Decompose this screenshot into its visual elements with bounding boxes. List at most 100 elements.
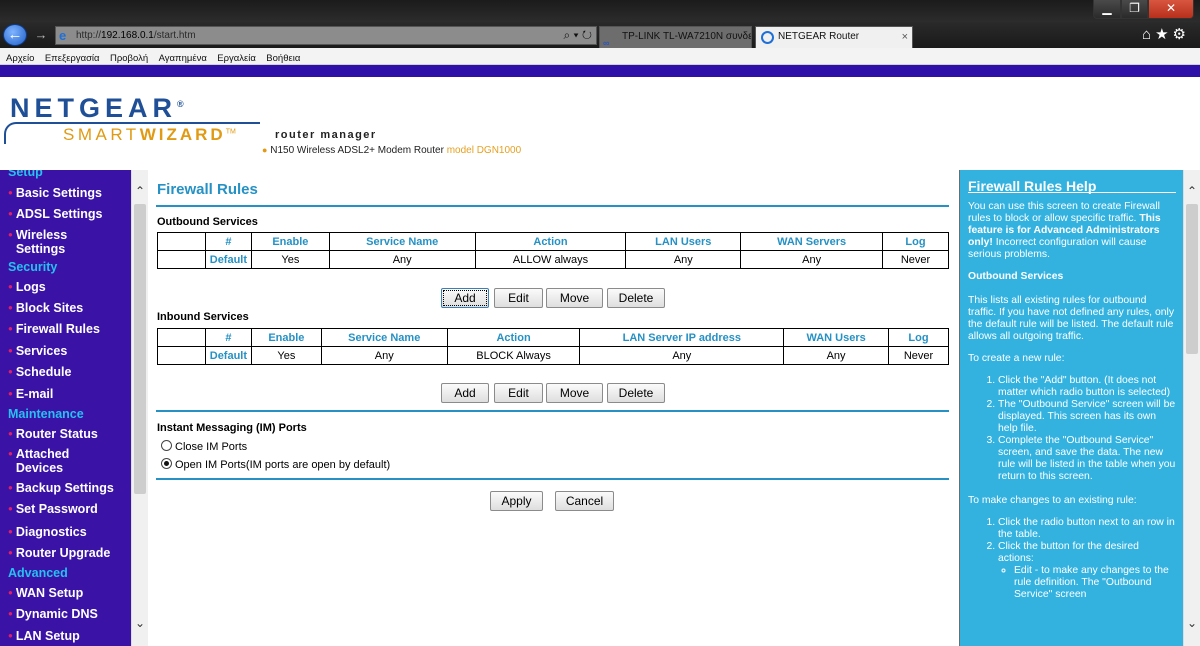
apply-button[interactable]: Apply — [490, 491, 543, 511]
inbound-move-button[interactable]: Move — [546, 383, 603, 403]
inbound-edit-button[interactable]: Edit — [494, 383, 543, 403]
smartwizard-logo: SMARTWIZARDTM — [63, 125, 236, 144]
open-im-ports-option[interactable]: Open IM Ports(IM ports are open by defau… — [161, 458, 390, 471]
cell-log: Never — [888, 346, 949, 365]
sidebar-nav: Setup ● Basic Settings ● ADSL Settings ● Wi… — [0, 170, 131, 646]
col-lan-users: LAN Users — [625, 232, 742, 251]
col-enable: Enable — [250, 328, 322, 347]
cell-action: ALLOW always — [474, 250, 627, 269]
menu-tools[interactable]: Εργαλεία — [211, 50, 256, 64]
outbound-delete-button[interactable]: Delete — [607, 288, 665, 308]
help-scrollbar[interactable]: ⌃ ⌄ — [1183, 170, 1200, 646]
maximize-icon[interactable]: ❐ — [1121, 0, 1148, 19]
cell-enable: Yes — [250, 346, 322, 365]
toolbar-home-star-gear-icons[interactable]: ⌂★⚙ — [1142, 25, 1190, 43]
cell-log: Never — [882, 250, 949, 269]
col-service-name: Service Name — [320, 328, 448, 347]
table-row[interactable]: Default Yes Any ALLOW always Any Any Nev… — [157, 250, 949, 269]
sidebar-item-wan-setup[interactable]: ● WAN Setup — [8, 586, 83, 600]
top-accent-bar — [0, 65, 1200, 77]
tplink-favicon-icon: ∞ — [603, 38, 610, 48]
cancel-button[interactable]: Cancel — [555, 491, 614, 511]
sidebar-item-set-password[interactable]: ● Set Password — [8, 502, 98, 516]
menu-file[interactable]: Αρχείο — [0, 50, 34, 64]
tab-tplink[interactable]: ∞ TP-LINK TL-WA7210N συνδεσ... — [599, 26, 752, 48]
inbound-delete-button[interactable]: Delete — [607, 383, 665, 403]
scroll-down-icon[interactable]: ⌄ — [135, 616, 145, 630]
netgear-logo: NETGEAR® — [10, 93, 184, 123]
tab-netgear[interactable]: NETGEAR Router × — [755, 26, 913, 48]
menu-favorites[interactable]: Αγαπημένα — [153, 50, 207, 64]
ie-logo-icon: e — [59, 28, 67, 43]
sidebar-item-block-sites[interactable]: ● Block Sites — [8, 301, 83, 315]
close-im-label: Close IM Ports — [175, 441, 248, 453]
sidebar-item-logs[interactable]: ● Logs — [8, 280, 46, 294]
help-title: Firewall Rules Help — [968, 179, 1176, 193]
back-arrow-icon[interactable]: ← — [3, 24, 27, 46]
close-window-icon[interactable]: ✕ — [1148, 0, 1194, 19]
outbound-add-button[interactable]: Add — [441, 288, 489, 308]
sidebar-item-lan-setup[interactable]: ● LAN Setup — [8, 629, 80, 643]
outbound-move-button[interactable]: Move — [546, 288, 603, 308]
menu-view[interactable]: Προβολή — [104, 50, 148, 64]
sidebar-section-setup: Setup — [8, 170, 43, 179]
col-number: # — [204, 232, 252, 251]
scroll-thumb[interactable] — [1186, 204, 1198, 354]
inbound-add-button[interactable]: Add — [441, 383, 489, 403]
sidebar-item-adsl-settings[interactable]: ● ADSL Settings — [8, 207, 102, 221]
scroll-thumb[interactable] — [134, 204, 146, 494]
cell-enable: Yes — [250, 250, 330, 269]
list-item: Click the "Add" button. (It does not mat… — [998, 375, 1176, 399]
sidebar-item-attached-devices[interactable]: ● Attached Devices — [8, 447, 86, 475]
sidebar-item-router-status[interactable]: ● Router Status — [8, 427, 98, 441]
address-bar[interactable]: e http://192.168.0.1/start.htm ⌕ ▾ ↻ — [55, 26, 597, 45]
sidebar-item-schedule[interactable]: ● Schedule — [8, 365, 71, 379]
sidebar-item-diagnostics[interactable]: ● Diagnostics — [8, 525, 87, 539]
sidebar-item-backup-settings[interactable]: ● Backup Settings — [8, 481, 114, 495]
row-radio-cell — [157, 346, 206, 365]
cell-service-name: Any — [328, 250, 476, 269]
close-im-radio[interactable] — [161, 440, 172, 451]
menu-edit[interactable]: Επεξεργασία — [39, 50, 100, 64]
sidebar-item-dynamic-dns[interactable]: ● Dynamic DNS — [8, 607, 98, 621]
window-titlebar: ▁ ❐ ✕ — [0, 0, 1200, 22]
tab-close-icon[interactable]: × — [902, 27, 908, 47]
col-action: Action — [446, 328, 581, 347]
open-im-radio[interactable] — [161, 458, 172, 469]
search-refresh-icons[interactable]: ⌕ ▾ ↻ — [563, 28, 592, 43]
outbound-rules-table: # Enable Service Name Action LAN Users W… — [157, 232, 949, 269]
col-log: Log — [888, 328, 949, 347]
sidebar-section-advanced: Advanced — [8, 566, 68, 580]
im-ports-title: Instant Messaging (IM) Ports — [157, 422, 307, 434]
main-content: Firewall Rules Outbound Services # Enabl… — [148, 170, 958, 646]
scroll-up-icon[interactable]: ⌃ — [1187, 184, 1197, 198]
divider — [156, 478, 949, 480]
col-log: Log — [882, 232, 949, 251]
outbound-edit-button[interactable]: Edit — [494, 288, 543, 308]
help-change-sub: Edit - to make any changes to the rule d… — [998, 565, 1176, 601]
sidebar-item-basic-settings[interactable]: ● Basic Settings — [8, 186, 102, 200]
col-radio — [157, 328, 206, 347]
table-header-row: # Enable Service Name Action LAN Users W… — [157, 232, 949, 251]
help-panel: Firewall Rules Help You can use this scr… — [959, 170, 1200, 646]
inbound-services-label: Inbound Services — [157, 311, 249, 323]
help-create-steps: Click the "Add" button. (It does not mat… — [968, 375, 1176, 483]
scroll-up-icon[interactable]: ⌃ — [135, 184, 145, 198]
forward-arrow-icon[interactable]: → — [32, 26, 50, 44]
close-im-ports-option[interactable]: Close IM Ports — [161, 440, 247, 453]
list-item: Edit - to make any changes to the rule d… — [1014, 565, 1176, 601]
minimize-icon[interactable]: ▁ — [1093, 0, 1121, 19]
sidebar-item-wireless-settings[interactable]: ● Wireless Settings — [8, 228, 86, 256]
sidebar-item-services[interactable]: ● Services — [8, 344, 67, 358]
scroll-down-icon[interactable]: ⌄ — [1187, 616, 1197, 630]
col-enable: Enable — [250, 232, 330, 251]
col-number: # — [204, 328, 252, 347]
sidebar-item-email[interactable]: ● E-mail — [8, 387, 53, 401]
sidebar-scrollbar[interactable]: ⌃ ⌄ — [131, 170, 148, 646]
sidebar-item-firewall-rules[interactable]: ● Firewall Rules — [8, 322, 100, 336]
sidebar-item-router-upgrade[interactable]: ● Router Upgrade — [8, 546, 110, 560]
cell-lan-server-ip: Any — [579, 346, 785, 365]
cell-lan-users: Any — [625, 250, 742, 269]
menu-help[interactable]: Βοήθεια — [260, 50, 300, 64]
table-row[interactable]: Default Yes Any BLOCK Always Any Any Nev… — [157, 346, 949, 365]
